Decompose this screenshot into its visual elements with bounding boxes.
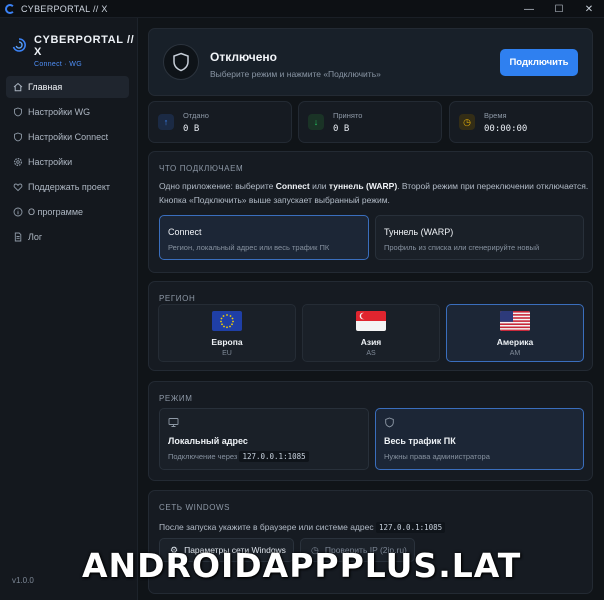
region-america[interactable]: Америка AM: [446, 304, 584, 362]
region-name: Азия: [360, 337, 382, 347]
sidebar-item-connect-settings[interactable]: Настройки Connect: [6, 126, 129, 148]
option-title: Connect: [168, 227, 202, 237]
option-subtitle: Профиль из списка или сгенерируйте новый: [384, 243, 540, 252]
window-controls: — ☐ ✕: [514, 0, 604, 18]
sidebar-item-home[interactable]: Главная: [6, 76, 129, 98]
sidebar-item-label: Поддержать проект: [28, 182, 110, 192]
shield-icon: [384, 417, 395, 428]
option-connect[interactable]: Connect Регион, локальный адрес или весь…: [159, 215, 369, 260]
sidebar-item-label: Настройки: [28, 157, 73, 167]
option-subtitle: Регион, локальный адрес или весь трафик …: [168, 243, 330, 252]
stat-label: Отдано: [183, 111, 209, 120]
sidebar-item-label: О программе: [28, 207, 84, 217]
usa-flag-icon: [500, 311, 530, 331]
sidebar-item-wg-settings[interactable]: Настройки WG: [6, 101, 129, 123]
option-tunnel-warp[interactable]: Туннель (WARP) Профиль из списка или сге…: [375, 215, 584, 260]
clock-icon: ◷: [459, 114, 475, 130]
title-bar: CYBERPORTAL // X — ☐ ✕: [0, 0, 604, 18]
stat-value: 00:00:00: [484, 124, 528, 134]
brand-subtitle: Connect · WG: [34, 61, 82, 68]
minimize-button[interactable]: —: [514, 0, 544, 18]
region-code: AS: [366, 350, 376, 357]
stat-received: ↓ Принято 0 B: [298, 101, 442, 143]
mode-title: Локальный адрес: [168, 436, 248, 446]
singapore-flag-icon: [356, 311, 386, 331]
mode-subtitle: Подключение через 127.0.0.1:1085: [168, 451, 309, 462]
version-label: v1.0.0: [12, 576, 34, 585]
sidebar-nav: Главная Настройки WG Настройки Connect Н…: [0, 76, 137, 248]
mode-all-traffic[interactable]: Весь трафик ПК Нужны права администратор…: [375, 408, 584, 470]
section-title: РЕЖИМ: [159, 394, 193, 403]
region-code: AM: [509, 350, 521, 357]
section-title: ЧТО ПОДКЛЮЧАЕМ: [159, 164, 244, 173]
sidebar: CYBERPORTAL // X Connect · WG Главная На…: [0, 18, 138, 600]
connection-status-card: Отключено Выберите режим и нажмите «Подк…: [148, 28, 593, 96]
app-logo-icon: [5, 3, 15, 14]
sidebar-item-label: Лог: [28, 232, 43, 242]
document-icon: [13, 232, 23, 242]
local-address-code: 127.0.0.1:1085: [239, 451, 309, 462]
stat-label: Время: [484, 111, 507, 120]
shield-icon: [163, 44, 199, 80]
stat-value: 0 B: [183, 124, 200, 134]
mode-subtitle: Нужны права администратора: [384, 452, 490, 461]
network-description: После запуска укажите в браузере или сис…: [159, 520, 446, 535]
status-title: Отключено: [210, 50, 277, 64]
brand: CYBERPORTAL // X Connect · WG: [0, 18, 137, 76]
region-code: EU: [222, 350, 232, 357]
region-europe[interactable]: Европа EU: [158, 304, 296, 362]
sidebar-item-support[interactable]: Поддержать проект: [6, 176, 129, 198]
stat-value: 0 B: [333, 124, 350, 134]
region-asia[interactable]: Азия AS: [302, 304, 440, 362]
shield-icon: [13, 132, 23, 142]
sidebar-item-log[interactable]: Лог: [6, 226, 129, 248]
arrow-down-icon: ↓: [308, 114, 324, 130]
info-icon: [13, 207, 23, 217]
home-icon: [13, 82, 23, 92]
watermark-text: ANDROIDAPPPLUS.LAT: [82, 546, 522, 585]
swirl-logo-icon: [12, 38, 26, 52]
sidebar-item-label: Настройки Connect: [28, 132, 109, 142]
mode-title: Весь трафик ПК: [384, 436, 456, 446]
maximize-button[interactable]: ☐: [544, 0, 574, 18]
status-subtitle: Выберите режим и нажмите «Подключить»: [210, 69, 381, 79]
region-name: Америка: [496, 337, 534, 347]
sidebar-item-label: Настройки WG: [28, 107, 91, 117]
section-title: СЕТЬ WINDOWS: [159, 503, 231, 512]
stat-time: ◷ Время 00:00:00: [449, 101, 593, 143]
shield-icon: [13, 107, 23, 117]
eu-flag-icon: [212, 311, 242, 331]
close-button[interactable]: ✕: [574, 0, 604, 18]
sidebar-item-label: Главная: [28, 82, 63, 92]
arrow-up-icon: ↑: [158, 114, 174, 130]
section-title: РЕГИОН: [159, 294, 196, 303]
sidebar-item-settings[interactable]: Настройки: [6, 151, 129, 173]
region-name: Европа: [211, 337, 243, 347]
sidebar-item-about[interactable]: О программе: [6, 201, 129, 223]
option-title: Туннель (WARP): [384, 227, 454, 237]
proxy-address-code: 127.0.0.1:1085: [375, 522, 446, 533]
brand-title: CYBERPORTAL // X: [34, 34, 135, 58]
what-connect-section: ЧТО ПОДКЛЮЧАЕМ Одно приложение: выберите…: [148, 151, 593, 273]
mode-section: РЕЖИМ Локальный адрес Подключение через …: [148, 381, 593, 481]
gear-icon: [13, 157, 23, 167]
heart-icon: [13, 182, 23, 192]
window-title: CYBERPORTAL // X: [21, 3, 108, 14]
main-content: Отключено Выберите режим и нажмите «Подк…: [138, 18, 604, 600]
stat-sent: ↑ Отдано 0 B: [148, 101, 292, 143]
connect-button[interactable]: Подключить: [500, 49, 578, 76]
mode-local-address[interactable]: Локальный адрес Подключение через 127.0.…: [159, 408, 369, 470]
what-description: Одно приложение: выберите Connect или ту…: [159, 181, 589, 205]
monitor-icon: [168, 417, 179, 428]
stat-label: Принято: [333, 111, 363, 120]
